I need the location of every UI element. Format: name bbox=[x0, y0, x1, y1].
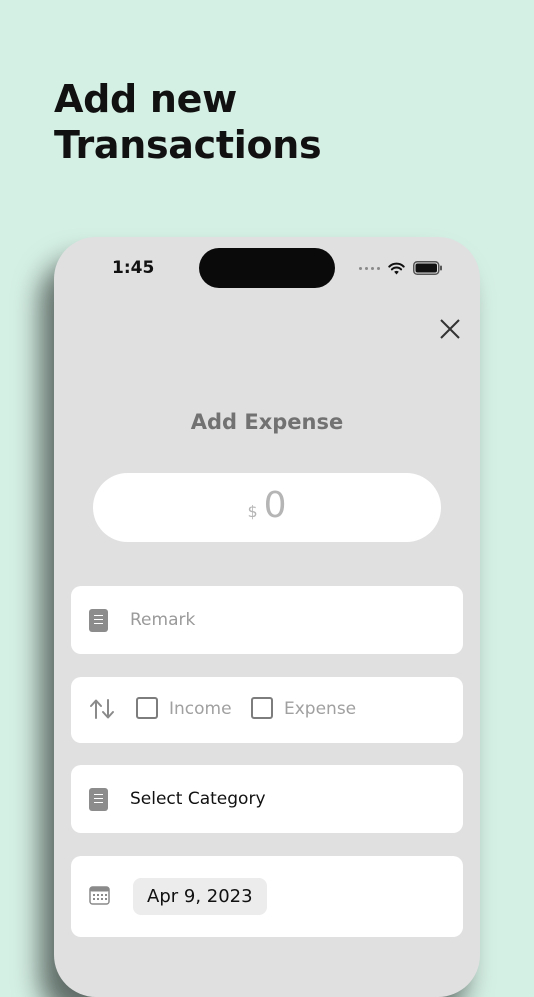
remark-placeholder: Remark bbox=[130, 610, 196, 630]
category-label: Select Category bbox=[130, 789, 266, 809]
calendar-icon bbox=[89, 886, 110, 905]
income-label[interactable]: Income bbox=[169, 699, 232, 719]
amount-value: 0 bbox=[263, 485, 287, 526]
transaction-type-row: Income Expense bbox=[71, 677, 463, 743]
status-bar-icons bbox=[359, 260, 443, 276]
dynamic-island bbox=[199, 248, 335, 288]
phone-screen: 1:45 Add Expense $ 0 Remark Income Expen… bbox=[54, 237, 480, 997]
swap-arrows-icon bbox=[90, 699, 114, 719]
date-picker-button[interactable]: Apr 9, 2023 bbox=[133, 878, 267, 915]
document-icon bbox=[89, 608, 108, 632]
amount-input[interactable]: $ 0 bbox=[93, 473, 441, 542]
promo-headline-line2: Transactions bbox=[54, 123, 322, 167]
remark-field[interactable]: Remark bbox=[71, 586, 463, 654]
document-icon bbox=[89, 787, 108, 811]
currency-symbol: $ bbox=[247, 502, 258, 521]
date-row: Apr 9, 2023 bbox=[71, 856, 463, 937]
expense-label[interactable]: Expense bbox=[284, 699, 356, 719]
income-checkbox[interactable] bbox=[136, 697, 158, 719]
wifi-icon bbox=[388, 262, 405, 274]
category-select[interactable]: Select Category bbox=[71, 765, 463, 833]
status-bar-time: 1:45 bbox=[112, 258, 155, 278]
battery-icon bbox=[413, 261, 442, 275]
signal-dots-icon bbox=[359, 266, 380, 270]
promo-headline-line1: Add new bbox=[54, 77, 237, 121]
expense-checkbox[interactable] bbox=[251, 697, 273, 719]
promo-headline: Add new Transactions bbox=[54, 76, 322, 168]
modal-title: Add Expense bbox=[190, 410, 344, 434]
close-icon[interactable] bbox=[438, 317, 462, 341]
